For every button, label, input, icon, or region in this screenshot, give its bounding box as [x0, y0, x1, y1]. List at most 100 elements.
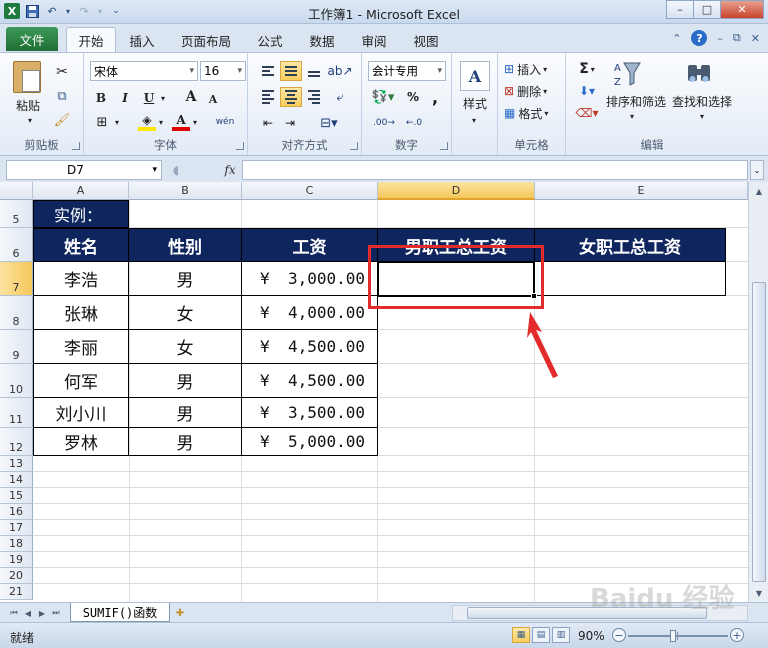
name-box[interactable]: D7 ▾ [6, 160, 162, 180]
borders-icon[interactable]: ⊞ [92, 113, 112, 131]
align-center-icon[interactable] [280, 87, 302, 107]
name-cell[interactable]: 李丽 [33, 330, 129, 364]
zoom-slider-track[interactable] [628, 635, 728, 637]
vertical-scroll-thumb[interactable] [752, 282, 766, 582]
name-cell[interactable]: 张琳 [33, 296, 129, 330]
gender-cell[interactable]: 男 [128, 398, 242, 428]
example-label-cell[interactable]: 实例： [33, 200, 129, 228]
row-header-21[interactable]: 21 [0, 584, 33, 600]
scroll-down-icon[interactable]: ▼ [751, 586, 767, 600]
gender-cell[interactable]: 男 [128, 262, 242, 296]
formula-input[interactable] [242, 160, 748, 180]
row-header-13[interactable]: 13 [0, 456, 33, 472]
increase-decimal-icon[interactable]: .00→ [372, 113, 396, 133]
paste-button[interactable]: 粘贴 [8, 97, 48, 113]
salary-cell[interactable]: ¥5,000.00 [241, 428, 378, 456]
name-cell[interactable]: 李浩 [33, 262, 129, 296]
salary-cell[interactable]: ¥3,500.00 [241, 398, 378, 428]
row-header-6[interactable]: 6 [0, 228, 33, 262]
column-header-d[interactable]: D [378, 182, 535, 200]
salary-cell[interactable]: ¥4,500.00 [241, 364, 378, 398]
fill-icon[interactable]: ⬇▾ [572, 81, 602, 101]
find-select-dropdown-icon[interactable]: ▾ [696, 111, 708, 121]
salary-cell[interactable]: ¥4,500.00 [241, 330, 378, 364]
underline-button[interactable]: U [140, 89, 158, 107]
doc-close-icon[interactable]: ✕ [751, 32, 760, 45]
sort-filter-button[interactable]: 排序和筛选 [604, 93, 668, 109]
cut-icon[interactable]: ✂ [52, 63, 72, 81]
fill-color-dropdown-icon[interactable]: ▾ [156, 115, 166, 129]
styles-button[interactable]: 样式 [456, 95, 494, 111]
header-name-cell[interactable]: 姓名 [33, 228, 129, 262]
copy-icon[interactable]: ⧉ [52, 87, 72, 105]
font-color-icon[interactable]: A [172, 113, 190, 131]
tab-page-layout[interactable]: 页面布局 [174, 29, 238, 52]
zoom-level[interactable]: 90% [578, 629, 605, 643]
tab-data[interactable]: 数据 [302, 29, 342, 52]
page-break-view-icon[interactable]: ▥ [552, 627, 570, 643]
help-icon[interactable]: ? [691, 30, 708, 46]
wrap-text-icon[interactable]: ⤶ [328, 87, 352, 107]
column-header-a[interactable]: A [33, 182, 129, 200]
name-cell[interactable]: 何军 [33, 364, 129, 398]
gender-cell[interactable]: 男 [128, 428, 242, 456]
bold-button[interactable]: B [92, 89, 110, 107]
font-name-select[interactable]: 宋体 [90, 61, 198, 81]
row-header-5[interactable]: 5 [0, 200, 33, 228]
clear-icon[interactable]: ⌫▾ [572, 103, 602, 123]
decrease-decimal-icon[interactable]: ←.0 [402, 113, 426, 133]
expand-formula-bar-icon[interactable]: ⌄ [750, 160, 764, 180]
row-header-20[interactable]: 20 [0, 568, 33, 584]
styles-dropdown-icon[interactable]: ▾ [468, 115, 480, 125]
name-box-dropdown-icon[interactable]: ▾ [152, 165, 157, 175]
row-header-15[interactable]: 15 [0, 488, 33, 504]
delete-cells-button[interactable]: ⊠ 删除 ▾ [504, 81, 562, 101]
align-right-icon[interactable] [304, 87, 324, 107]
close-button[interactable]: ✕ [720, 0, 764, 19]
align-bottom-icon[interactable] [304, 61, 324, 81]
zoom-out-icon[interactable]: − [612, 628, 626, 642]
header-female-total-cell[interactable]: 女职工总工资 [534, 228, 726, 262]
number-launcher-icon[interactable] [440, 142, 448, 150]
column-header-c[interactable]: C [242, 182, 378, 200]
number-format-select[interactable]: 会计专用 [368, 61, 446, 81]
sheet-tab-sumif[interactable]: SUMIF()函数 [70, 603, 170, 622]
accounting-format-icon[interactable]: 💱▾ [370, 87, 396, 107]
doc-minimize-icon[interactable]: – [717, 32, 723, 45]
row-header-17[interactable]: 17 [0, 520, 33, 536]
row-header-10[interactable]: 10 [0, 364, 33, 398]
borders-dropdown-icon[interactable]: ▾ [112, 115, 122, 129]
tab-formulas[interactable]: 公式 [250, 29, 290, 52]
merge-center-icon[interactable]: ⊟▾ [314, 113, 344, 133]
maximize-button[interactable]: □ [693, 0, 721, 19]
select-all-corner[interactable] [0, 182, 33, 200]
column-header-e[interactable]: E [535, 182, 748, 200]
name-cell[interactable]: 罗林 [33, 428, 129, 456]
clipboard-launcher-icon[interactable] [72, 142, 80, 150]
next-sheet-icon[interactable]: ▶ [36, 606, 48, 620]
paste-icon[interactable] [12, 59, 42, 95]
row-header-19[interactable]: 19 [0, 552, 33, 568]
header-gender-cell[interactable]: 性别 [128, 228, 242, 262]
alignment-launcher-icon[interactable] [350, 142, 358, 150]
find-select-icon[interactable] [684, 59, 714, 89]
styles-icon[interactable]: A [460, 61, 490, 91]
tab-review[interactable]: 审阅 [354, 29, 394, 52]
normal-view-icon[interactable]: ▦ [512, 627, 530, 643]
font-color-dropdown-icon[interactable]: ▾ [190, 115, 200, 129]
tab-insert[interactable]: 插入 [122, 29, 162, 52]
gender-cell[interactable]: 女 [128, 330, 242, 364]
zoom-slider-knob[interactable] [670, 630, 676, 642]
align-middle-icon[interactable] [280, 61, 302, 81]
gender-cell[interactable]: 男 [128, 364, 242, 398]
increase-indent-icon[interactable]: ⇥ [280, 113, 300, 133]
column-header-b[interactable]: B [129, 182, 242, 200]
collapse-ribbon-icon[interactable]: ⌃ [672, 32, 681, 45]
underline-dropdown-icon[interactable]: ▾ [158, 91, 168, 105]
italic-button[interactable]: I [116, 89, 134, 107]
row-header-18[interactable]: 18 [0, 536, 33, 552]
format-cells-button[interactable]: ▦ 格式 ▾ [504, 103, 562, 123]
gender-cell[interactable]: 女 [128, 296, 242, 330]
row-header-14[interactable]: 14 [0, 472, 33, 488]
row-header-16[interactable]: 16 [0, 504, 33, 520]
